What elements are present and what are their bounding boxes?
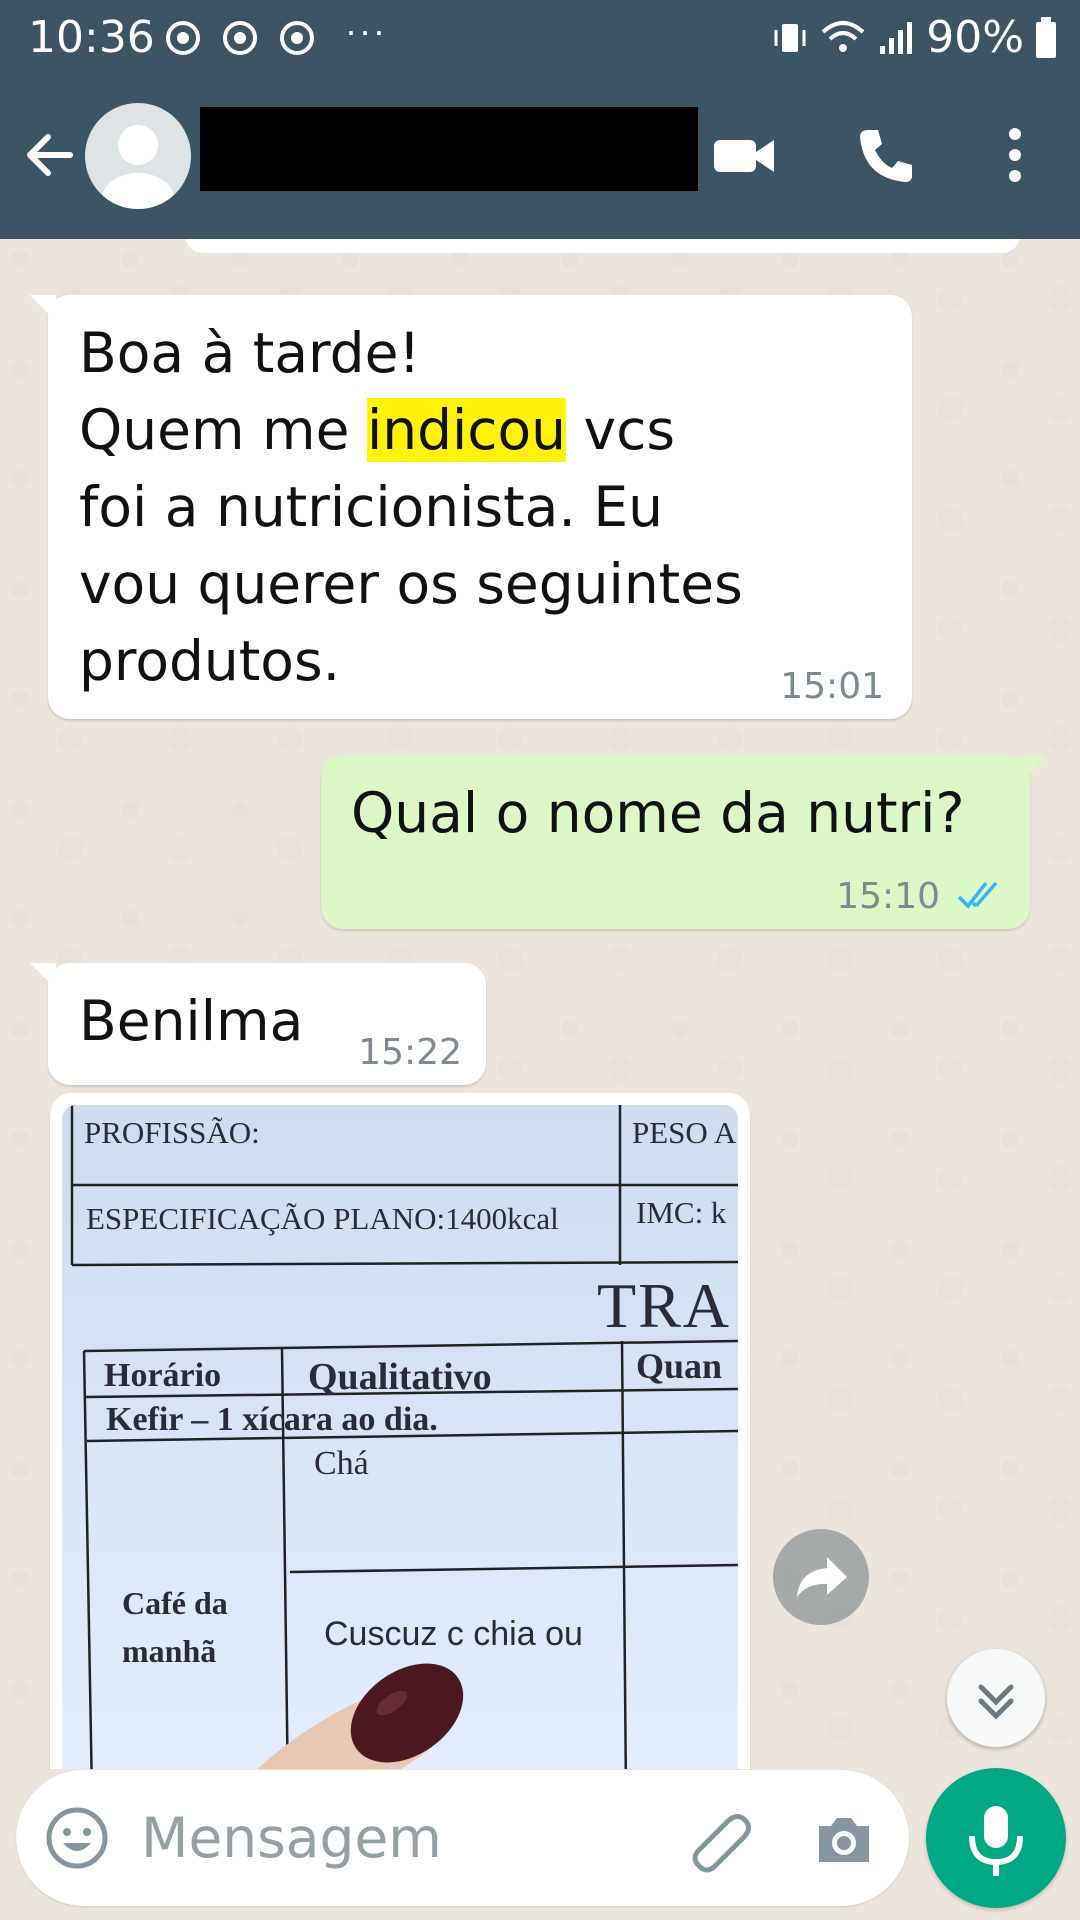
finger-in-photo bbox=[257, 1663, 464, 1769]
share-button[interactable] bbox=[773, 1529, 869, 1625]
message-bubble-outgoing[interactable]: Qual o nome da nutri? 15:10 bbox=[321, 755, 1048, 929]
chrome-icon bbox=[280, 21, 314, 55]
signal-icon bbox=[880, 21, 913, 54]
status-right-group: 90% bbox=[770, 12, 1058, 63]
camera-icon[interactable] bbox=[811, 1806, 877, 1872]
vibrate-icon bbox=[774, 23, 806, 52]
chrome-icon bbox=[166, 21, 200, 55]
message-bubble-incoming[interactable]: Benilma 15:22 bbox=[30, 963, 486, 1085]
status-time: 10:36 bbox=[28, 12, 155, 63]
previous-message-bubble bbox=[185, 239, 1020, 253]
message-composer bbox=[16, 1770, 909, 1906]
chevron-double-down-icon bbox=[978, 1684, 1014, 1720]
chat-header bbox=[0, 75, 1080, 239]
mic-icon bbox=[969, 1806, 1023, 1876]
chat-area[interactable]: Boa à tarde! Quem me indicou vcs foi a n… bbox=[0, 239, 1080, 1769]
battery-icon bbox=[1036, 16, 1056, 58]
message-time: 15:10 bbox=[836, 876, 940, 917]
message-input[interactable] bbox=[141, 1800, 661, 1876]
diet-plan-photo[interactable]: PROFISSÃO: PESO A ESPECIFICAÇÃO PLANO:14… bbox=[62, 1105, 738, 1769]
message-text: Boa à tarde! Quem me indicou vcs foi a n… bbox=[79, 321, 743, 693]
avatar[interactable] bbox=[85, 103, 191, 209]
mic-button[interactable] bbox=[926, 1768, 1066, 1908]
message-text: Qual o nome da nutri? bbox=[351, 781, 965, 845]
message-time: 15:01 bbox=[780, 666, 884, 707]
video-call-icon[interactable] bbox=[708, 120, 778, 190]
back-arrow-icon[interactable] bbox=[20, 125, 80, 185]
share-icon bbox=[797, 1557, 847, 1597]
message-time: 15:22 bbox=[358, 1032, 462, 1073]
wifi-icon bbox=[821, 20, 865, 52]
chrome-icon bbox=[223, 21, 257, 55]
avatar-icon bbox=[102, 125, 174, 209]
emoji-icon[interactable] bbox=[44, 1805, 110, 1871]
highlighted-word: indicou bbox=[366, 398, 567, 462]
image-message[interactable]: PROFISSÃO: PESO A ESPECIFICAÇÃO PLANO:14… bbox=[50, 1093, 750, 1769]
more-vert-icon[interactable] bbox=[980, 120, 1050, 190]
scroll-to-bottom-button[interactable] bbox=[947, 1649, 1045, 1747]
battery-percent: 90% bbox=[926, 12, 1024, 63]
double-check-icon bbox=[957, 881, 998, 909]
status-bar: 10:36 ··· 90% bbox=[0, 0, 1080, 75]
message-text: Benilma bbox=[79, 989, 304, 1053]
contact-name-redacted[interactable] bbox=[200, 107, 698, 191]
status-more-dots: ··· bbox=[345, 10, 387, 51]
attach-icon[interactable] bbox=[681, 1800, 761, 1880]
message-bubble-incoming[interactable]: Boa à tarde! Quem me indicou vcs foi a n… bbox=[30, 295, 912, 719]
phone-icon[interactable] bbox=[850, 120, 920, 190]
